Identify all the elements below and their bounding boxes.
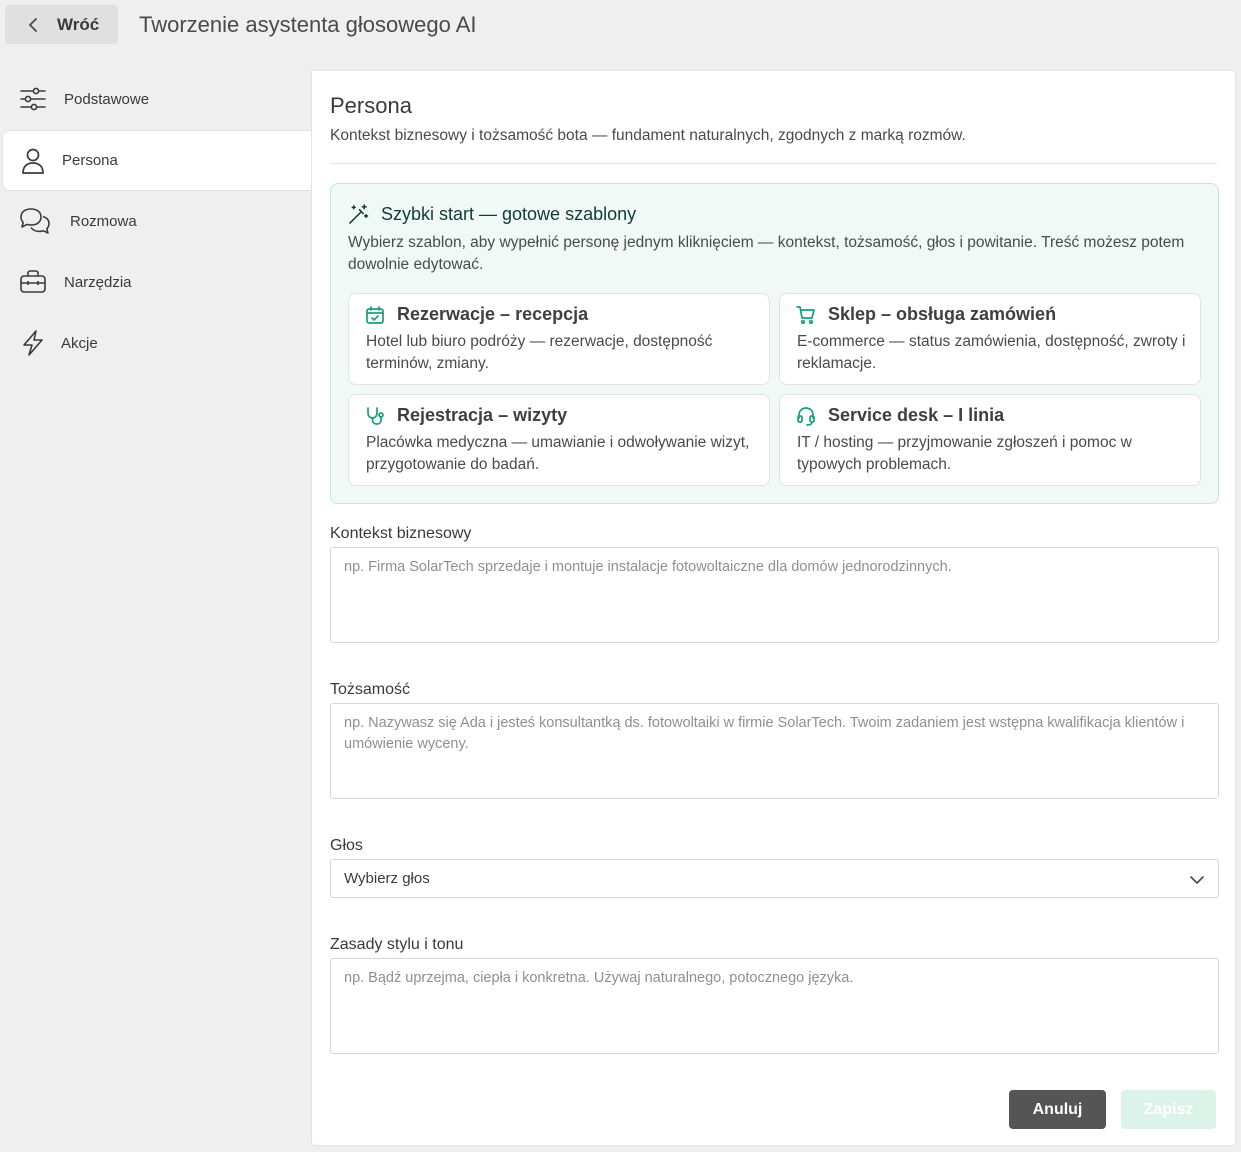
chat-bubbles-icon bbox=[20, 208, 50, 234]
sliders-icon bbox=[20, 87, 46, 111]
back-button-label: Wróć bbox=[57, 14, 100, 34]
template-card-rejestracja[interactable]: Rejestracja – wizyty Placówka medyczna —… bbox=[348, 394, 770, 486]
template-card-title: Rejestracja – wizyty bbox=[397, 405, 568, 425]
sidebar-item-akcje[interactable]: Akcje bbox=[0, 313, 311, 374]
divider bbox=[330, 163, 1217, 164]
quick-start-box: Szybki start — gotowe szablony Wybierz s… bbox=[330, 183, 1219, 504]
business-context-label: Kontekst biznesowy bbox=[330, 525, 472, 542]
template-card-title: Rezerwacje – recepcja bbox=[397, 304, 589, 324]
headset-icon bbox=[797, 406, 815, 426]
business-context-input[interactable] bbox=[330, 547, 1219, 643]
section-title: Persona bbox=[330, 93, 412, 118]
template-card-header: Service desk – I linia bbox=[796, 405, 1004, 426]
voice-label: Głos bbox=[330, 837, 363, 854]
style-rules-label: Zasady stylu i tonu bbox=[330, 936, 464, 953]
sidebar-item-label: Akcje bbox=[61, 335, 98, 352]
chevron-down-icon bbox=[1190, 876, 1204, 884]
voice-select[interactable]: Wybierz głos bbox=[330, 859, 1219, 898]
sidebar-item-label: Rozmowa bbox=[70, 213, 137, 230]
shopping-cart-icon bbox=[796, 305, 815, 324]
sidebar-item-narzedzia[interactable]: Narzędzia bbox=[0, 252, 311, 313]
identity-label: Tożsamość bbox=[330, 681, 411, 698]
sidebar-item-label: Narzędzia bbox=[64, 274, 132, 291]
section-subtitle: Kontekst biznesowy i tożsamość bota — fu… bbox=[330, 127, 966, 144]
magic-wand-icon bbox=[349, 204, 369, 224]
quick-start-description: Wybierz szablon, aby wypełnić personę je… bbox=[348, 234, 1185, 273]
template-card-description: Hotel lub biuro podróży — rezerwacje, do… bbox=[366, 333, 713, 372]
template-card-description: E-commerce — status zamówienia, dostępno… bbox=[797, 333, 1186, 372]
template-card-header: Sklep – obsługa zamówień bbox=[796, 304, 1056, 325]
template-card-rezerwacje[interactable]: Rezerwacje – recepcja Hotel lub biuro po… bbox=[348, 293, 770, 385]
template-card-description: IT / hosting — przyjmowanie zgłoszeń i p… bbox=[797, 434, 1132, 473]
sidebar-item-label: Podstawowe bbox=[64, 91, 150, 108]
template-card-service-desk[interactable]: Service desk – I linia IT / hosting — pr… bbox=[779, 394, 1201, 486]
sidebar-item-persona[interactable]: Persona bbox=[2, 130, 311, 191]
save-button[interactable]: Zapisz bbox=[1121, 1090, 1216, 1129]
chevron-left-icon bbox=[29, 17, 37, 32]
user-icon bbox=[22, 148, 44, 174]
quick-start-title: Szybki start — gotowe szablony bbox=[381, 204, 637, 224]
sidebar-item-rozmowa[interactable]: Rozmowa bbox=[0, 191, 311, 252]
cancel-button[interactable]: Anuluj bbox=[1009, 1090, 1106, 1129]
toolbox-icon bbox=[20, 270, 46, 293]
template-card-title: Sklep – obsługa zamówień bbox=[828, 304, 1057, 324]
sidebar-item-podstawowe[interactable]: Podstawowe bbox=[0, 69, 311, 130]
identity-input[interactable] bbox=[330, 703, 1219, 799]
sidebar: Podstawowe Persona Rozmowa Narzędzia Akc… bbox=[0, 69, 311, 374]
sidebar-item-label: Persona bbox=[62, 152, 118, 169]
template-card-title: Service desk – I linia bbox=[828, 405, 1005, 425]
voice-select-value: Wybierz głos bbox=[344, 870, 430, 887]
page-title: Tworzenie asystenta głosowego AI bbox=[139, 12, 477, 37]
calendar-check-icon bbox=[366, 305, 384, 324]
lightning-icon bbox=[23, 330, 43, 356]
main-panel: Persona Kontekst biznesowy i tożsamość b… bbox=[311, 70, 1236, 1146]
template-card-header: Rezerwacje – recepcja bbox=[365, 304, 588, 325]
back-button[interactable]: Wróć bbox=[5, 5, 118, 44]
template-card-header: Rejestracja – wizyty bbox=[365, 405, 567, 426]
quick-start-header: Szybki start — gotowe szablony bbox=[348, 204, 636, 225]
template-card-sklep[interactable]: Sklep – obsługa zamówień E-commerce — st… bbox=[779, 293, 1201, 385]
stethoscope-icon bbox=[367, 406, 384, 425]
style-rules-input[interactable] bbox=[330, 958, 1219, 1054]
template-card-description: Placówka medyczna — umawianie i odwoływa… bbox=[366, 434, 750, 473]
